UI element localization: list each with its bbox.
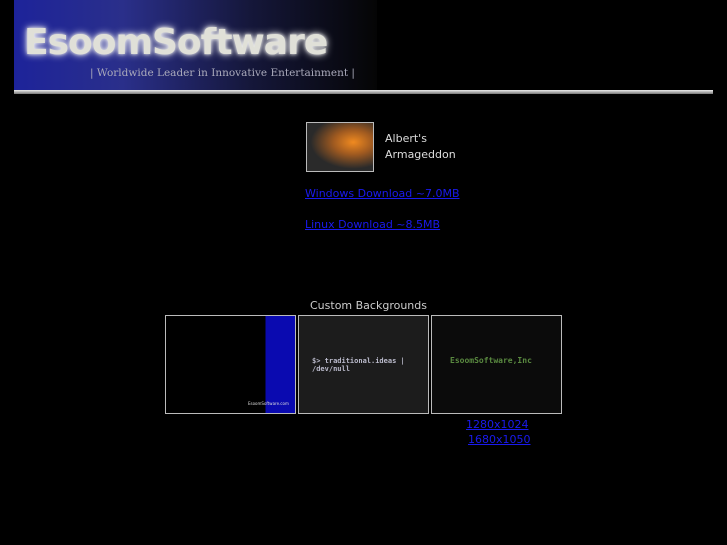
bg1-text: EsoomSoftware.com [248,401,289,406]
header-banner: EsoomSoftware | Worldwide Leader in Inno… [14,0,377,92]
game-thumbnail [306,122,374,172]
game-title: Albert's Armageddon [385,131,456,163]
windows-download-link[interactable]: Windows Download ~7.0MB [305,187,460,200]
tagline: | Worldwide Leader in Innovative Enterta… [90,67,355,79]
bg3-text: EsoomSoftware,Inc [450,356,532,365]
background-thumb-3: EsoomSoftware,Inc [431,315,562,414]
bg2-text: $> traditional.ideas | /dev/null [312,357,405,373]
background-thumb-1: EsoomSoftware.com [165,315,296,414]
linux-download-link[interactable]: Linux Download ~8.5MB [305,218,440,231]
game-title-line2: Armageddon [385,148,456,161]
header-divider [14,90,713,94]
res-1280-link[interactable]: 1280x1024 [466,418,529,431]
site-logo: EsoomSoftware [24,22,328,63]
res-1680-link[interactable]: 1680x1050 [468,433,531,446]
backgrounds-title: Custom Backgrounds [310,299,427,312]
game-title-line1: Albert's [385,132,427,145]
background-thumb-2: $> traditional.ideas | /dev/null [298,315,429,414]
